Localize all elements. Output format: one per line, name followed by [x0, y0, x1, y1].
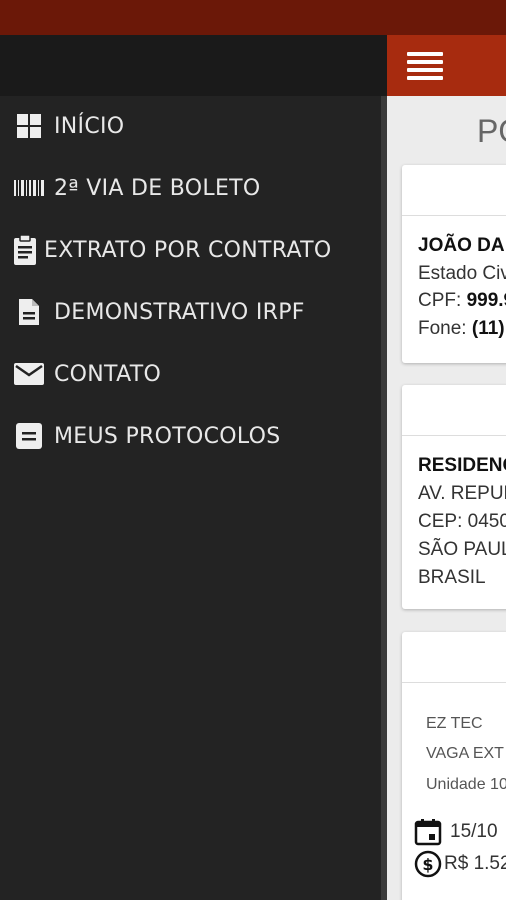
drawer-header — [0, 35, 387, 96]
unit-type: VAGA EXT — [426, 745, 504, 762]
card-divider — [402, 435, 506, 436]
calendar-icon — [414, 819, 442, 846]
grid-icon — [12, 109, 46, 143]
cpf-value: 999.9 — [466, 290, 506, 311]
amount-row: $ R$ 1.52 — [414, 850, 506, 878]
address-cep: CEP: 0450 — [418, 511, 506, 532]
clipboard-icon — [8, 233, 42, 267]
dollar-circle-icon: $ — [414, 850, 442, 878]
unit-number: Unidade 10 — [426, 776, 506, 793]
address-type: RESIDENC — [418, 455, 506, 476]
protocol-icon — [12, 419, 46, 453]
barcode-icon — [12, 171, 46, 205]
menu-item-label: INÍCIO — [54, 113, 125, 139]
mail-icon — [12, 357, 46, 391]
phone-row: Fone: (11) — [418, 318, 505, 340]
menu-item-irpf[interactable]: DEMONSTRATIVO IRPF — [0, 287, 380, 337]
card-divider — [402, 215, 506, 216]
cpf-row: CPF: 999.9 — [418, 290, 506, 312]
phone-value: (11) — [471, 318, 505, 339]
address-street: AV. REPUE — [418, 483, 506, 504]
menu-item-label: MEUS PROTOCOLOS — [54, 423, 281, 449]
due-date: 15/10 — [450, 821, 498, 842]
address-card: RESIDENC AV. REPUE CEP: 0450 SÃO PAUL BR… — [402, 385, 506, 609]
page-title: PO — [477, 113, 506, 149]
menu-item-inicio[interactable]: INÍCIO — [0, 101, 380, 151]
contract-card[interactable]: EZ TEC VAGA EXT Unidade 10 15/10 $ R$ 1.… — [402, 632, 506, 900]
cpf-label: CPF: — [418, 290, 462, 311]
address-country: BRASIL — [418, 567, 486, 588]
customer-name: JOÃO DA — [418, 235, 505, 256]
company-name: EZ TEC — [426, 715, 483, 732]
menu-item-protocolos[interactable]: MEUS PROTOCOLOS — [0, 411, 380, 461]
navigation-drawer: INÍCIO 2ª VIA DE BOLETO EXTRATO POR CONT… — [0, 35, 387, 900]
app-bar — [387, 35, 506, 96]
marital-status: Estado Civ — [418, 263, 506, 284]
amount-value: R$ 1.52 — [444, 853, 506, 874]
profile-card: JOÃO DA Estado Civ CPF: 999.9 Fone: (11) — [402, 165, 506, 363]
svg-text:$: $ — [422, 855, 433, 874]
menu-item-contato[interactable]: CONTATO — [0, 349, 380, 399]
menu-item-label: CONTATO — [54, 361, 162, 387]
hamburger-icon[interactable] — [407, 52, 443, 80]
main-content: PO JOÃO DA Estado Civ CPF: 999.9 Fone: (… — [387, 35, 506, 900]
document-icon — [12, 295, 46, 329]
phone-label: Fone: — [418, 318, 467, 339]
status-bar — [0, 0, 506, 35]
card-divider — [402, 682, 506, 683]
menu-item-extrato[interactable]: EXTRATO POR CONTRATO — [0, 225, 380, 275]
address-city: SÃO PAUL — [418, 539, 506, 560]
menu-item-label: EXTRATO POR CONTRATO — [44, 237, 332, 263]
due-date-row: 15/10 — [414, 818, 498, 846]
menu-item-label: DEMONSTRATIVO IRPF — [54, 299, 305, 325]
menu-item-boleto[interactable]: 2ª VIA DE BOLETO — [0, 163, 380, 213]
menu-item-label: 2ª VIA DE BOLETO — [54, 175, 261, 201]
